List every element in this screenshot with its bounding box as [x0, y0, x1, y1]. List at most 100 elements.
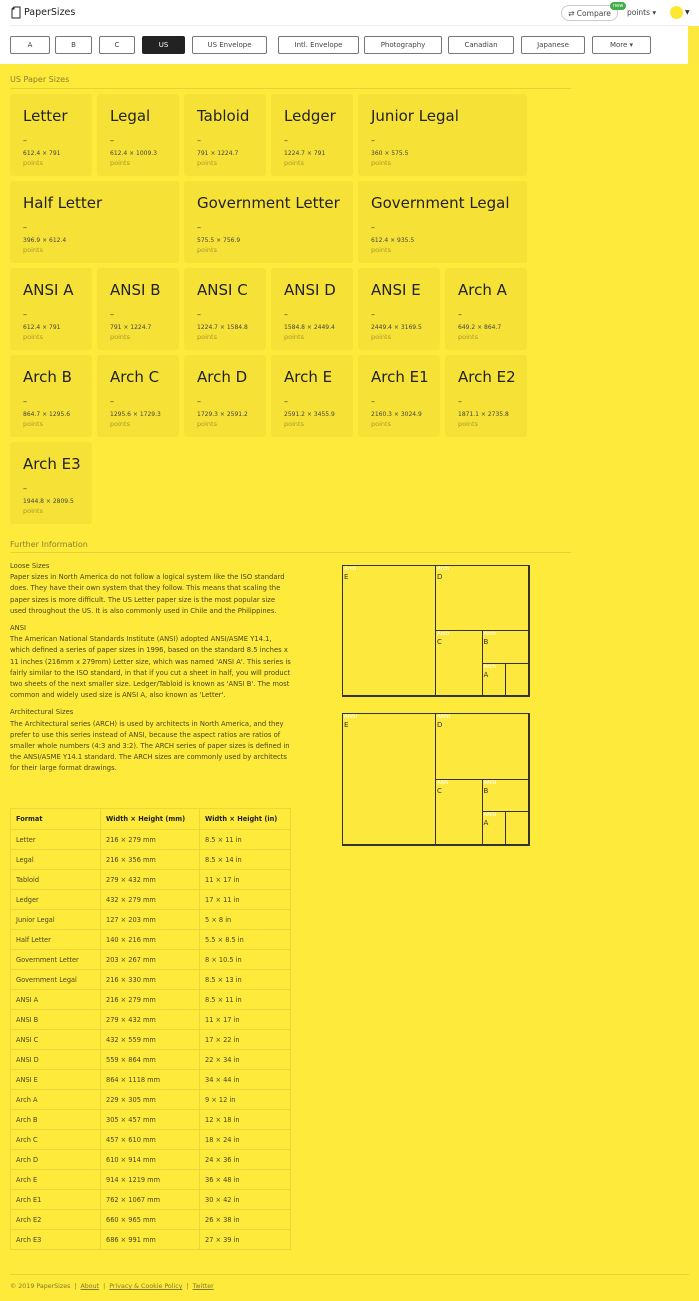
size-card[interactable]: Letter – 612.4 × 791 points: [10, 94, 92, 176]
brand-logo[interactable]: PaperSizes: [11, 6, 75, 19]
avatar[interactable]: [670, 6, 683, 19]
tab-photography[interactable]: Photography: [364, 36, 442, 54]
cell-format: Ledger: [10, 889, 101, 910]
size-dimensions: 1729.3 × 2591.2: [197, 411, 248, 418]
tab-a[interactable]: A: [10, 36, 50, 54]
size-dimensions: 396.9 × 612.4: [23, 237, 67, 244]
table-row: Arch E2 660 × 965 mm 26 × 38 in: [10, 1209, 291, 1230]
table-row: Arch E 914 × 1219 mm 36 × 48 in: [10, 1169, 291, 1190]
size-card[interactable]: Government Legal – 612.4 × 935.5 points: [358, 181, 527, 263]
size-unit: points: [23, 507, 43, 515]
tab-b[interactable]: B: [55, 36, 92, 54]
diagram-label: A: [483, 670, 489, 679]
dash-separator: –: [110, 310, 114, 319]
dash-separator: –: [371, 223, 375, 232]
size-unit: points: [284, 159, 304, 167]
size-card[interactable]: ANSI A – 612.4 × 791 points: [10, 268, 92, 350]
info-block-arch: Architectural Sizes The Architectural se…: [10, 707, 292, 774]
cell-in: 36 × 48 in: [199, 1169, 291, 1190]
size-card[interactable]: ANSI B – 791 × 1224.7 points: [97, 268, 179, 350]
arch-box-c: Arch C: [435, 630, 483, 696]
size-card[interactable]: Government Letter – 575.5 × 756.9 points: [184, 181, 353, 263]
size-card[interactable]: Arch D – 1729.3 × 2591.2 points: [184, 355, 266, 437]
section-title-further-info: Further Information: [10, 540, 88, 549]
size-card[interactable]: ANSI C – 1224.7 × 1584.8 points: [184, 268, 266, 350]
size-name: Government Legal: [371, 194, 510, 212]
size-unit: points: [23, 246, 43, 254]
diagram-label: C: [437, 638, 442, 646]
size-dimensions: 2449.4 × 3169.5: [371, 324, 422, 331]
size-card[interactable]: Arch C – 1295.6 × 1729.3 points: [97, 355, 179, 437]
table-header-row: Format Width × Height (mm) Width × Heigh…: [10, 808, 291, 830]
size-unit: points: [23, 420, 43, 428]
about-link[interactable]: About: [81, 1283, 100, 1290]
size-unit: points: [284, 420, 304, 428]
cell-mm: 305 × 457 mm: [100, 1109, 200, 1130]
size-unit: points: [23, 159, 43, 167]
size-card[interactable]: Arch B – 864.7 × 1295.6 points: [10, 355, 92, 437]
diagram-prefix: Arch: [483, 663, 496, 670]
dash-separator: –: [110, 397, 114, 406]
size-name: Legal: [110, 107, 151, 125]
tab-japanese[interactable]: Japanese: [521, 36, 585, 54]
size-card[interactable]: Ledger – 1224.7 × 791 points: [271, 94, 353, 176]
size-card[interactable]: Tabloid – 791 × 1224.7 points: [184, 94, 266, 176]
info-heading: Architectural Sizes: [10, 708, 74, 717]
user-menu[interactable]: ▼: [670, 6, 690, 19]
size-card[interactable]: Junior Legal – 360 × 575.5 points: [358, 94, 527, 176]
cell-format: Arch E1: [10, 1189, 101, 1210]
table-row: Government Letter 203 × 267 mm 8 × 10.5 in: [10, 949, 291, 970]
twitter-link[interactable]: Twitter: [193, 1283, 214, 1290]
ansi-size-diagram: ANSI E ANSI D ANS C ANSI B ANSI A: [342, 713, 530, 846]
privacy-link[interactable]: Privacy & Cookie Policy: [109, 1283, 182, 1290]
size-card[interactable]: ANSI D – 1584.8 × 2449.4 points: [271, 268, 353, 350]
size-card[interactable]: ANSI E – 2449.4 × 3169.5 points: [358, 268, 440, 350]
cell-format: Arch E: [10, 1169, 101, 1190]
new-badge: new: [610, 2, 627, 10]
size-name: Half Letter: [23, 194, 103, 212]
dash-separator: –: [458, 310, 462, 319]
tab-c[interactable]: C: [99, 36, 135, 54]
tab-more[interactable]: More ▾: [592, 36, 651, 54]
cell-format: Junior Legal: [10, 909, 101, 930]
separator: |: [186, 1283, 189, 1290]
units-dropdown[interactable]: points ▾: [627, 8, 656, 17]
tab-canadian[interactable]: Canadian: [448, 36, 514, 54]
info-heading: ANSI: [10, 624, 27, 633]
size-card[interactable]: Arch E2 – 1871.1 × 2735.8 points: [445, 355, 527, 437]
brand-name: PaperSizes: [24, 7, 76, 18]
tab-us-envelope[interactable]: US Envelope: [192, 36, 267, 54]
cell-mm: 279 × 432 mm: [100, 869, 200, 890]
diagram-label: B: [483, 638, 489, 646]
size-table: Format Width × Height (mm) Width × Heigh…: [10, 808, 291, 1250]
arch-size-diagram: Arch E Arch D Arch C Arch B Arch A: [342, 565, 530, 697]
size-card[interactable]: Arch E1 – 2160.3 × 3024.9 points: [358, 355, 440, 437]
tab-us[interactable]: US: [142, 36, 185, 54]
cell-format: ANSI D: [10, 1049, 101, 1070]
cell-in: 8.5 × 14 in: [199, 849, 291, 870]
size-card[interactable]: Legal – 612.4 × 1009.3 points: [97, 94, 179, 176]
arch-box-e: Arch E: [342, 565, 436, 696]
cell-mm: 229 × 305 mm: [100, 1089, 200, 1110]
section-divider: [10, 552, 571, 553]
copyright: © 2019 PaperSizes: [10, 1283, 71, 1290]
size-name: Arch A: [458, 281, 507, 299]
dash-separator: –: [284, 310, 288, 319]
size-card[interactable]: Half Letter – 396.9 × 612.4 points: [10, 181, 179, 263]
table-row: Arch B 305 × 457 mm 12 × 18 in: [10, 1109, 291, 1130]
size-card[interactable]: Arch E3 – 1944.8 × 2809.5 points: [10, 442, 92, 524]
cell-in: 8.5 × 13 in: [199, 969, 291, 990]
cell-in: 30 × 42 in: [199, 1189, 291, 1210]
tab-intl-envelope[interactable]: Intl. Envelope: [278, 36, 359, 54]
dash-separator: –: [371, 136, 375, 145]
cell-in: 26 × 38 in: [199, 1209, 291, 1230]
cell-mm: 216 × 279 mm: [100, 989, 200, 1010]
size-unit: points: [110, 333, 130, 341]
diagram-label: D: [437, 573, 443, 581]
size-card[interactable]: Arch E – 2591.2 × 3455.9 points: [271, 355, 353, 437]
diagram-prefix: Arch: [483, 631, 496, 637]
size-name: Arch D: [197, 368, 248, 386]
arch-box-empty: [504, 662, 529, 696]
cell-mm: 762 × 1067 mm: [100, 1189, 200, 1210]
size-card[interactable]: Arch A – 649.2 × 864.7 points: [445, 268, 527, 350]
